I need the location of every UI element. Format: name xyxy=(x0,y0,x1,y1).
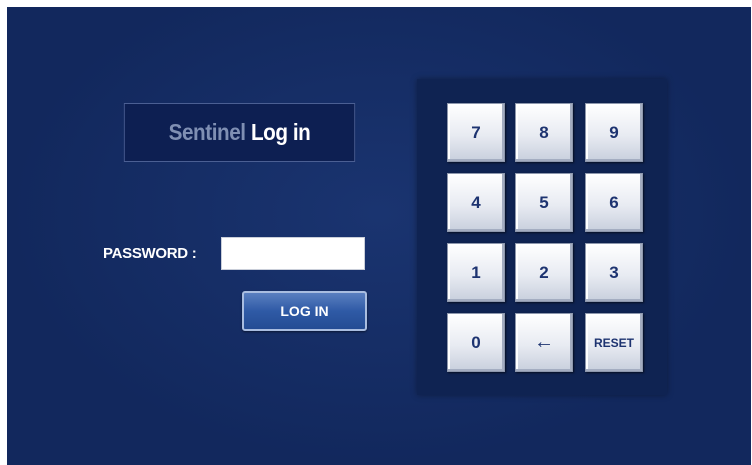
key-8[interactable]: 8 xyxy=(515,103,573,162)
key-7[interactable]: 7 xyxy=(447,103,505,162)
key-4[interactable]: 4 xyxy=(447,173,505,232)
key-6[interactable]: 6 xyxy=(585,173,643,232)
password-label: PASSWORD : xyxy=(103,245,197,262)
brand-name: Sentinel xyxy=(168,119,246,145)
key-3[interactable]: 3 xyxy=(585,243,643,302)
key-5[interactable]: 5 xyxy=(515,173,573,232)
password-field[interactable] xyxy=(221,237,365,270)
key-0[interactable]: 0 xyxy=(447,313,505,372)
numeric-keypad: 7 8 9 4 5 6 1 2 3 0 ← RESET xyxy=(417,79,667,395)
backspace-icon[interactable]: ← xyxy=(515,313,573,372)
reset-button[interactable]: RESET xyxy=(585,313,643,372)
title-banner: Sentinel Log in xyxy=(123,103,356,162)
key-9[interactable]: 9 xyxy=(585,103,643,162)
key-1[interactable]: 1 xyxy=(447,243,505,302)
page-title: Log in xyxy=(250,119,311,145)
login-button[interactable]: LOG IN xyxy=(242,291,367,331)
key-2[interactable]: 2 xyxy=(515,243,573,302)
login-screen: Sentinel Log in PASSWORD : LOG IN 7 8 9 … xyxy=(7,7,751,465)
